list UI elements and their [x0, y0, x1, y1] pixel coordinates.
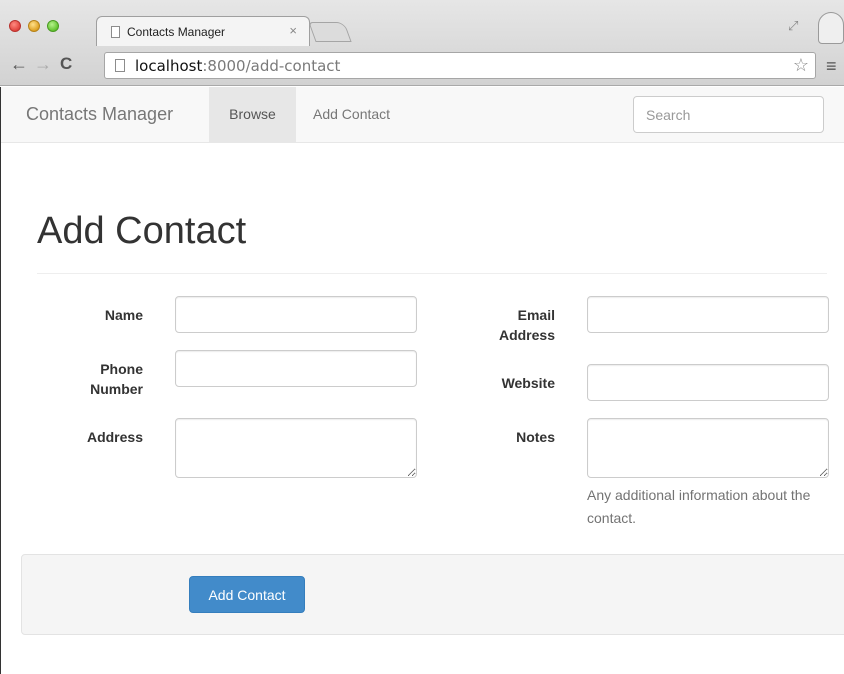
phone-input[interactable]: [175, 350, 417, 387]
page-icon: [115, 59, 125, 72]
navbar-brand[interactable]: Contacts Manager: [26, 104, 173, 125]
page-icon: [111, 26, 120, 38]
reload-icon[interactable]: C: [60, 54, 72, 74]
browser-toolbar: ← → C localhost:8000/add-contact ☆ ≡: [0, 46, 844, 86]
navbar: Contacts Manager Browse Add Contact: [1, 87, 844, 143]
phone-label-line2: Number: [90, 381, 143, 397]
browser-chrome: Contacts Manager × ⤢ ← → C localhost:800…: [0, 0, 844, 86]
profile-icon[interactable]: [818, 12, 844, 44]
email-input[interactable]: [587, 296, 829, 333]
page-title: Add Contact: [37, 210, 247, 252]
name-label: Name: [104, 307, 143, 323]
notes-label: Notes: [516, 429, 555, 445]
notes-help-text: Any additional information about the con…: [587, 487, 811, 526]
nav-link-browse[interactable]: Browse: [209, 87, 296, 142]
notes-textarea[interactable]: [587, 418, 829, 478]
email-label-line2: Address: [498, 327, 555, 343]
email-label: Email Address: [471, 305, 555, 345]
minimize-window-icon[interactable]: [28, 20, 40, 32]
browser-menu-icon[interactable]: ≡: [826, 56, 837, 77]
name-input[interactable]: [175, 296, 417, 333]
tab-title: Contacts Manager: [127, 25, 226, 39]
page-viewport: Contacts Manager Browse Add Contact Add …: [0, 87, 844, 674]
url-text: localhost:8000/add-contact: [135, 57, 340, 75]
website-input[interactable]: [587, 364, 829, 401]
browser-tab[interactable]: Contacts Manager ×: [96, 16, 310, 46]
add-contact-button[interactable]: Add Contact: [189, 576, 305, 613]
website-label: Website: [501, 375, 555, 391]
forward-icon[interactable]: →: [34, 54, 52, 74]
form-actions: Add Contact: [21, 554, 844, 635]
address-bar[interactable]: localhost:8000/add-contact ☆: [104, 52, 816, 79]
url-path: :8000/add-contact: [202, 57, 341, 75]
zoom-window-icon[interactable]: [47, 20, 59, 32]
phone-label: Phone Number: [61, 359, 143, 399]
fullscreen-icon[interactable]: ⤢: [788, 18, 798, 34]
tab-close-icon[interactable]: ×: [289, 23, 297, 38]
search-input[interactable]: [633, 96, 824, 133]
address-label: Address: [86, 429, 143, 445]
bookmark-star-icon[interactable]: ☆: [793, 55, 809, 76]
back-icon[interactable]: ←: [10, 54, 28, 74]
new-tab-button[interactable]: [308, 22, 352, 42]
url-host: localhost: [135, 57, 203, 75]
email-label-line1: Email: [517, 307, 555, 323]
nav-link-add-contact[interactable]: Add Contact: [296, 87, 407, 142]
close-window-icon[interactable]: [9, 20, 21, 32]
title-divider: [37, 273, 827, 274]
address-textarea[interactable]: [175, 418, 417, 478]
phone-label-line1: Phone: [100, 361, 143, 377]
